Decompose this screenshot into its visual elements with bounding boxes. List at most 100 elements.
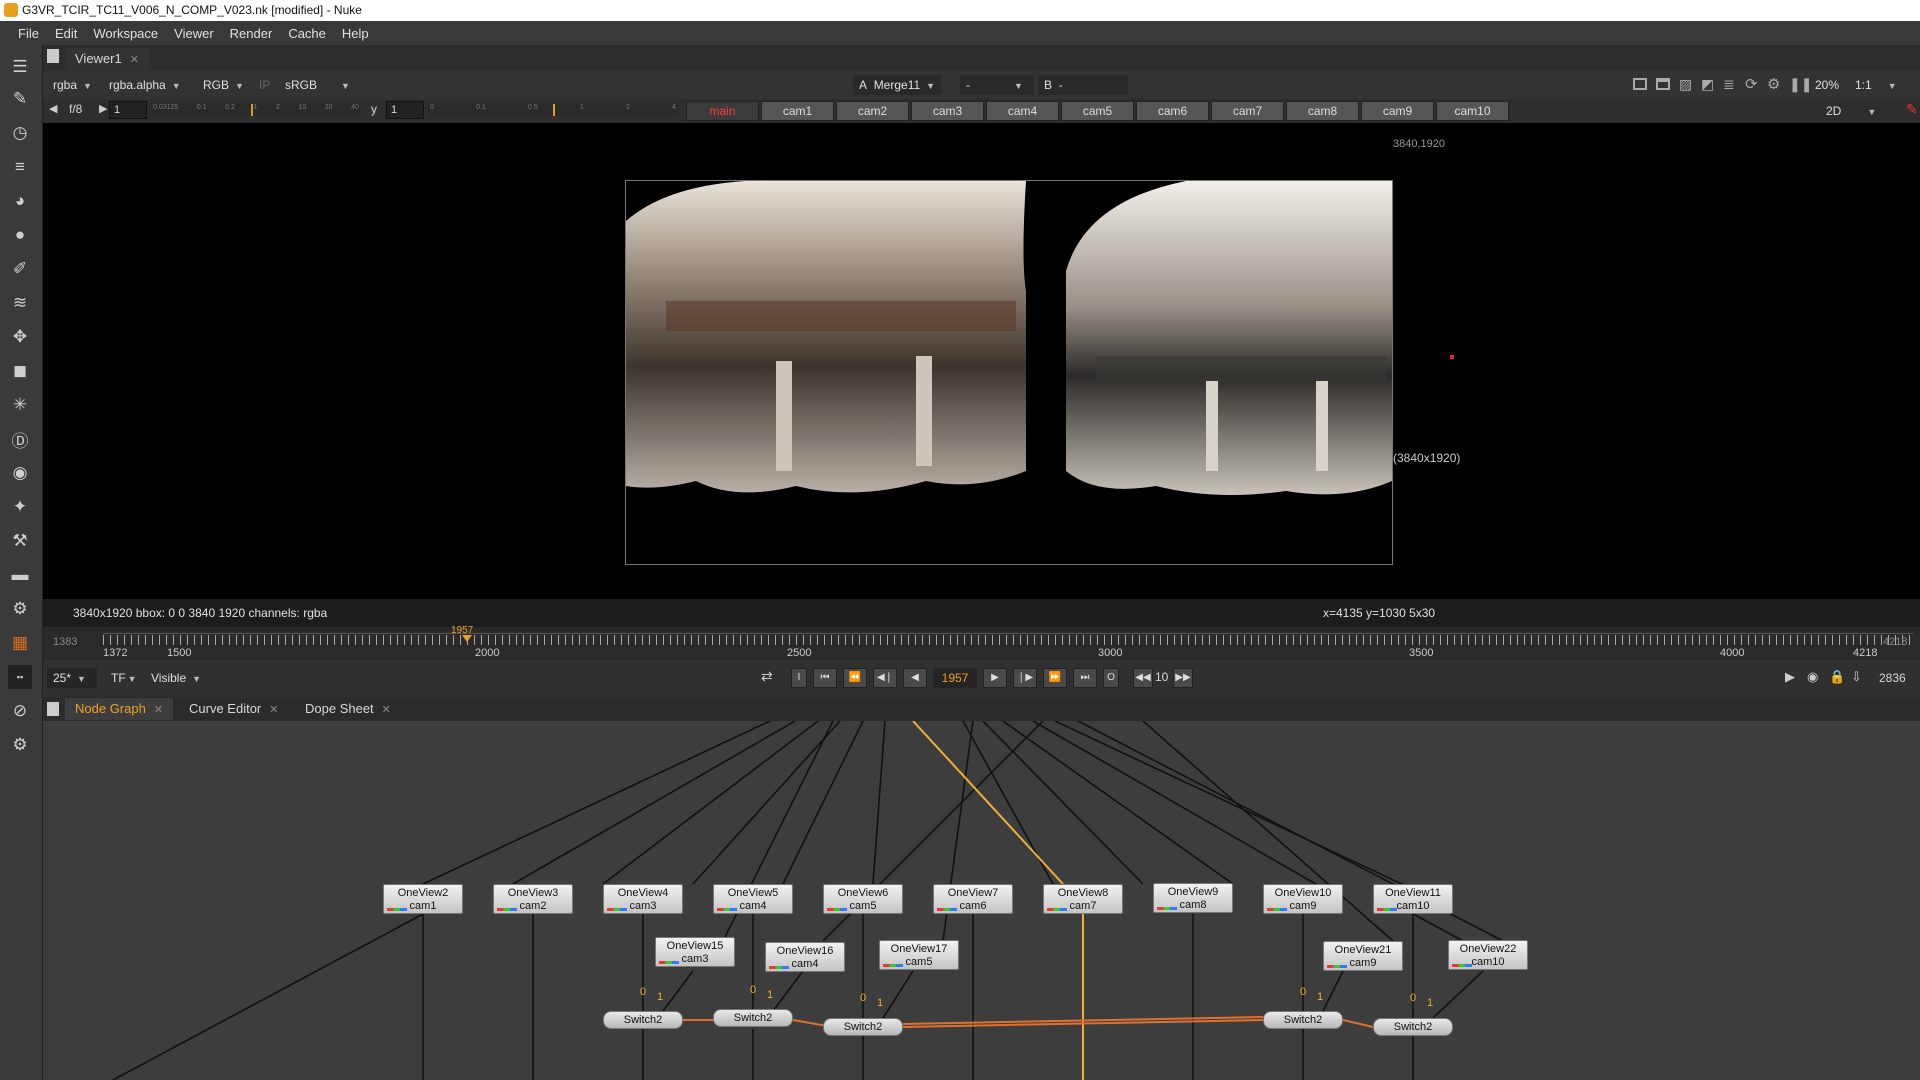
menu-workspace[interactable]: Workspace: [85, 26, 166, 41]
settings-icon[interactable]: ⚙: [8, 733, 32, 757]
increment-field[interactable]: 10: [1155, 670, 1168, 684]
tab-viewer1[interactable]: Viewer1 ✕: [65, 48, 149, 70]
play-backward-icon[interactable]: ◀: [903, 668, 927, 688]
tab-curve-editor[interactable]: Curve Editor ✕: [179, 698, 288, 720]
alpha-dropdown[interactable]: rgba.alpha ▼: [103, 75, 187, 95]
fps-dropdown[interactable]: 25* ▼: [47, 668, 97, 688]
pane-menu-icon[interactable]: [47, 702, 59, 716]
menu-viewer[interactable]: Viewer: [166, 26, 222, 41]
view-cam2-button[interactable]: cam2: [836, 101, 909, 121]
record-icon[interactable]: ◉: [1807, 669, 1818, 685]
close-icon[interactable]: ✕: [154, 704, 163, 716]
panel-menu-icon[interactable]: ☰: [8, 55, 32, 79]
view-cam5-button[interactable]: cam5: [1061, 101, 1134, 121]
in-frame-field[interactable]: 1383: [53, 636, 77, 648]
channels-dropdown[interactable]: rgba ▼: [47, 75, 98, 95]
keyer-icon[interactable]: ✐: [8, 257, 32, 281]
out-point-button[interactable]: O: [1103, 668, 1119, 688]
lock-icon[interactable]: 🔒: [1829, 669, 1845, 685]
node-oneview8[interactable]: OneView8 cam7: [1043, 884, 1123, 914]
guides-icon[interactable]: [1656, 78, 1670, 90]
cache-icon[interactable]: ⚙: [1767, 75, 1780, 93]
pick-color-icon[interactable]: ✎: [1906, 101, 1918, 118]
display-dropdown[interactable]: RGB ▼: [197, 75, 250, 95]
tab-node-graph[interactable]: Node Graph ✕: [65, 698, 174, 720]
3d-icon[interactable]: ◼: [8, 359, 32, 383]
next-frame-icon[interactable]: ❘▶: [1013, 668, 1037, 688]
in-point-button[interactable]: I: [791, 668, 807, 688]
overlay-icon[interactable]: ≣: [1723, 76, 1735, 93]
view-cam4-button[interactable]: cam4: [986, 101, 1059, 121]
view-cam10-button[interactable]: cam10: [1436, 101, 1509, 121]
node-oneview9[interactable]: OneView9 cam8: [1153, 883, 1233, 913]
visibility-dropdown[interactable]: Visible ▼: [145, 668, 207, 688]
prev-keyframe-icon[interactable]: ⏪: [843, 668, 867, 688]
play-forward-icon[interactable]: ▶: [983, 668, 1007, 688]
zebra-icon[interactable]: ▨: [1679, 76, 1692, 93]
view-cam3-button[interactable]: cam3: [911, 101, 984, 121]
timeline-ruler[interactable]: [103, 635, 1913, 645]
ip-toggle[interactable]: IP: [253, 75, 276, 95]
roi-icon[interactable]: [1633, 78, 1647, 90]
gamma-field[interactable]: 1: [386, 101, 424, 119]
a-input-dropdown[interactable]: A Merge11 ▼: [853, 75, 942, 95]
node-oneview7[interactable]: OneView7 cam6: [933, 884, 1013, 914]
menu-help[interactable]: Help: [334, 26, 377, 41]
refresh-icon[interactable]: ⟳: [1745, 75, 1758, 93]
color-icon[interactable]: ◕: [8, 189, 32, 213]
paint-icon[interactable]: ✎: [8, 87, 32, 111]
gamma-slider[interactable]: 0 0.1 0.5 1 2 4: [428, 104, 678, 116]
skip-back-icon[interactable]: ◀◀: [1133, 668, 1153, 688]
view-cam6-button[interactable]: cam6: [1136, 101, 1209, 121]
node-oneview10[interactable]: OneView10 cam9: [1263, 884, 1343, 914]
furnace-icon[interactable]: ⚙: [8, 597, 32, 621]
fstop-right-arrow-icon[interactable]: ▶: [99, 102, 107, 115]
menu-edit[interactable]: Edit: [47, 26, 85, 41]
close-icon[interactable]: ✕: [269, 704, 278, 716]
lut-dropdown[interactable]: sRGB ▼: [279, 75, 356, 95]
node-oneview17[interactable]: OneView17 cam5: [879, 940, 959, 970]
menu-cache[interactable]: Cache: [280, 26, 334, 41]
menu-render[interactable]: Render: [222, 26, 281, 41]
deep-icon[interactable]: Ⓓ: [8, 427, 32, 451]
particles-icon[interactable]: ✳: [8, 393, 32, 417]
gain-field[interactable]: 1: [109, 101, 147, 119]
transform-icon[interactable]: ✥: [8, 325, 32, 349]
view-cam7-button[interactable]: cam7: [1211, 101, 1284, 121]
end-frame-field[interactable]: 2836: [1879, 671, 1906, 685]
flipbook-icon[interactable]: ▶: [1785, 669, 1795, 685]
switch-node[interactable]: Switch2: [1263, 1011, 1343, 1029]
b-input-dropdown[interactable]: B -: [1038, 75, 1128, 95]
channel-icon[interactable]: ≡: [8, 155, 32, 179]
plugins-icon[interactable]: ▦: [8, 631, 32, 655]
switch-node[interactable]: Switch2: [1373, 1018, 1453, 1036]
tf-dropdown[interactable]: TF ▼: [105, 668, 143, 688]
view-main-button[interactable]: main: [686, 101, 759, 121]
node-oneview21[interactable]: OneView21 cam9: [1323, 941, 1403, 971]
vendor-icon[interactable]: ▪▪: [8, 665, 32, 689]
filter-icon[interactable]: ●: [8, 223, 32, 247]
current-frame-field[interactable]: 1957: [933, 668, 977, 688]
switch-node[interactable]: Switch2: [713, 1009, 793, 1027]
out-frame-field[interactable]: 4218: [1883, 636, 1907, 648]
first-frame-icon[interactable]: ⏮: [813, 668, 837, 688]
ratio-dropdown[interactable]: 1:1 ▼: [1849, 75, 1903, 95]
close-icon[interactable]: ✕: [382, 704, 391, 716]
views-icon[interactable]: ◉: [8, 461, 32, 485]
node-oneview22[interactable]: OneView22 cam10: [1448, 940, 1528, 970]
playhead-marker[interactable]: [462, 635, 472, 642]
switch-node[interactable]: Switch2: [823, 1018, 903, 1036]
pane-menu-icon[interactable]: [47, 49, 59, 63]
view-cam8-button[interactable]: cam8: [1286, 101, 1359, 121]
wipe-icon[interactable]: ◩: [1701, 76, 1714, 93]
node-oneview11[interactable]: OneView11 cam10: [1373, 884, 1453, 914]
export-icon[interactable]: ⇩: [1851, 669, 1862, 685]
time-icon[interactable]: ◷: [8, 121, 32, 145]
view-cam9-button[interactable]: cam9: [1361, 101, 1434, 121]
switch-node[interactable]: Switch2: [603, 1011, 683, 1029]
toolsets-icon[interactable]: ⚒: [8, 529, 32, 553]
next-keyframe-icon[interactable]: ⏩: [1043, 668, 1067, 688]
node-graph-canvas[interactable]: OneView2 cam1 OneView3 cam2 OneView4 cam3 O…: [43, 721, 1920, 1080]
skip-forward-icon[interactable]: ▶▶: [1173, 668, 1193, 688]
prev-frame-icon[interactable]: ◀❘: [873, 668, 897, 688]
